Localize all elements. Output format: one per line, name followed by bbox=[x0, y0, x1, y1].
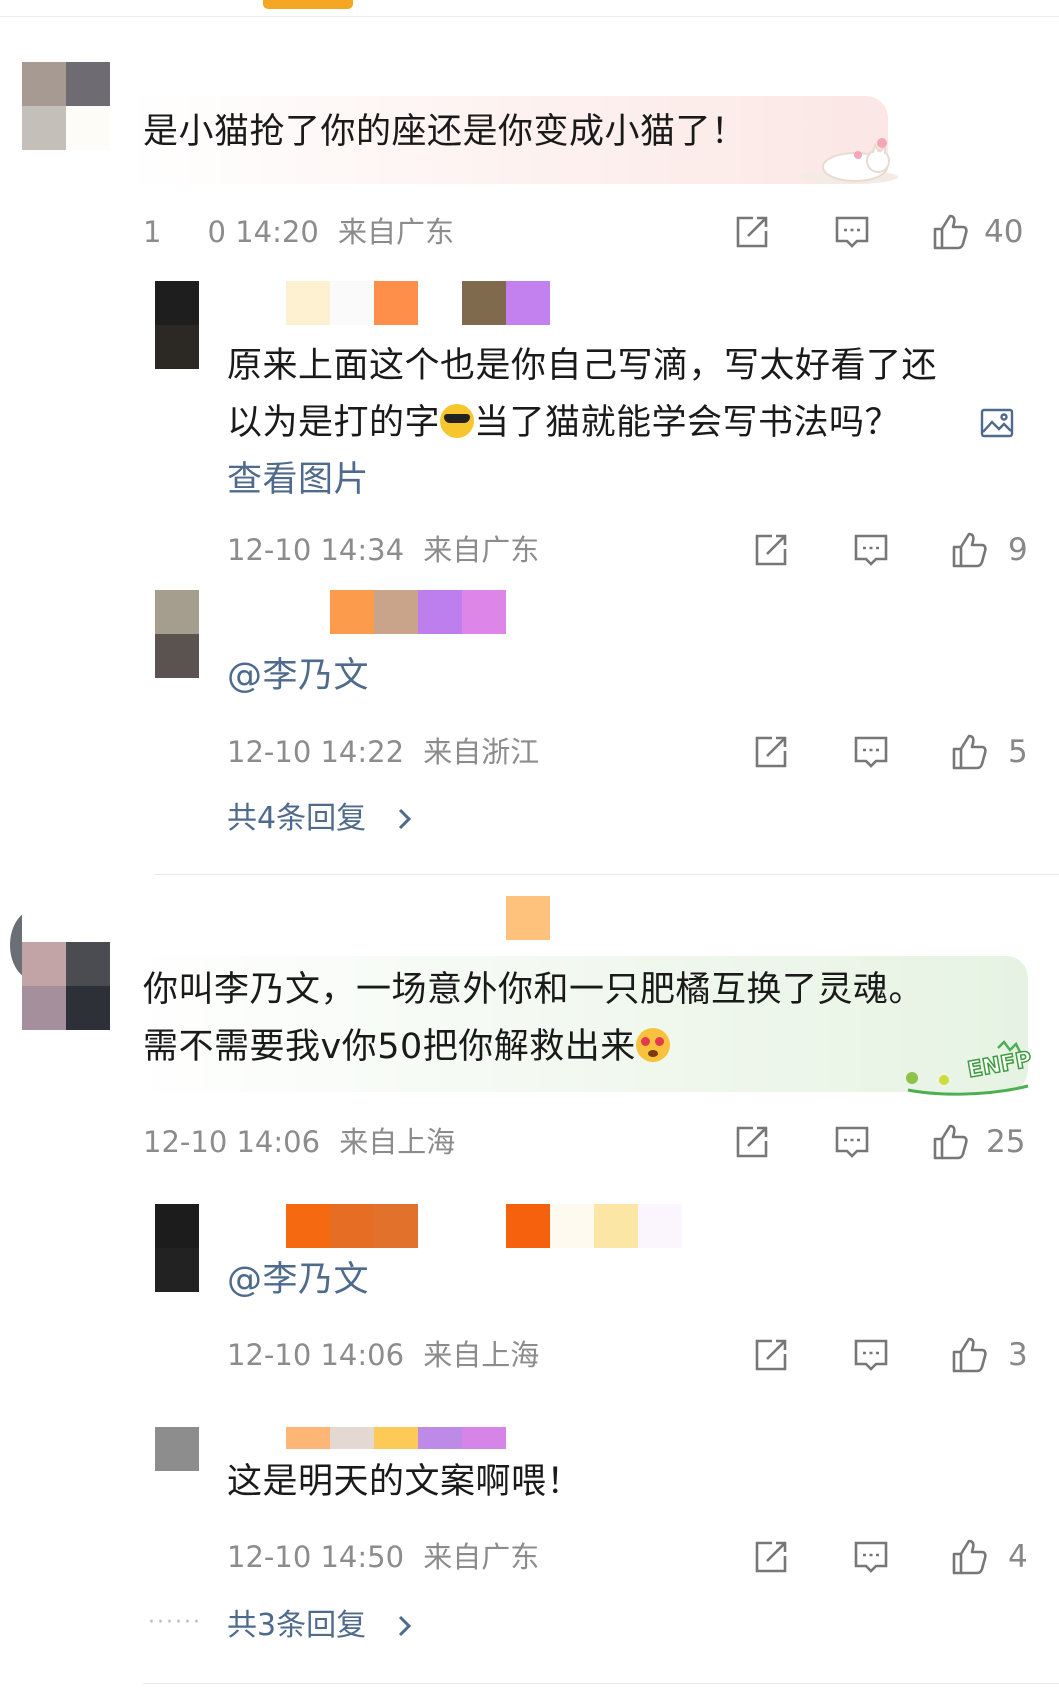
heart-eyes-emoji-icon bbox=[635, 1028, 670, 1062]
comment-meta: 1 0 14:20 来自广东 bbox=[143, 212, 454, 252]
location: 来自广东 bbox=[338, 215, 455, 249]
comment-icon[interactable] bbox=[833, 213, 871, 251]
comment-text-line2: 需不需要我v你50把你解救出来 bbox=[143, 1019, 670, 1076]
mention-link[interactable]: @李乃文 bbox=[227, 1252, 369, 1309]
like-count: 4 bbox=[1008, 1539, 1028, 1575]
like-count: 40 bbox=[984, 214, 1024, 250]
more-replies-link[interactable]: 共3条回复 bbox=[227, 1606, 366, 1646]
comment-icon[interactable] bbox=[852, 1538, 890, 1576]
comment-meta: 12-10 14:06 来自上海 bbox=[143, 1122, 455, 1162]
reply-text-part: 当了猫就能学会写书法吗？ bbox=[474, 403, 901, 443]
comment-divider bbox=[143, 1683, 1059, 1684]
location: 来自浙江 bbox=[423, 735, 540, 769]
reply-meta: 12-10 14:06 来自上海 bbox=[227, 1335, 539, 1375]
reply-text-part: 以为是打的字 bbox=[227, 403, 441, 443]
cat-sticker-icon bbox=[802, 138, 898, 184]
like-icon[interactable] bbox=[950, 1336, 988, 1374]
like-count: 9 bbox=[1008, 532, 1028, 568]
avatar[interactable] bbox=[22, 62, 110, 150]
comment-icon[interactable] bbox=[852, 733, 890, 771]
sunglasses-emoji-icon bbox=[440, 404, 475, 438]
reply-text-line2: 以为是打的字 当了猫就能学会写书法吗？ bbox=[227, 395, 900, 452]
top-divider bbox=[0, 16, 1059, 17]
share-icon[interactable] bbox=[733, 213, 771, 251]
comment-icon[interactable] bbox=[833, 1123, 871, 1161]
timestamp: 12-10 14:06 bbox=[143, 1125, 321, 1159]
ellipsis-icon: ······ bbox=[148, 1610, 202, 1635]
username-redacted[interactable] bbox=[286, 281, 550, 325]
location: 来自上海 bbox=[339, 1125, 456, 1159]
timestamp: 1 0 14:20 bbox=[143, 215, 319, 249]
comment-text: 是小猫抢了你的座还是你变成小猫了！ bbox=[143, 112, 747, 152]
comment-text-line1: 你叫李乃文，一场意外你和一只肥橘互换了灵魂。 bbox=[143, 970, 925, 1010]
share-icon[interactable] bbox=[752, 1538, 790, 1576]
avatar[interactable] bbox=[155, 1427, 199, 1471]
location: 来自广东 bbox=[423, 1540, 540, 1574]
username-redacted[interactable] bbox=[330, 590, 506, 634]
like-count: 3 bbox=[1008, 1337, 1028, 1373]
like-icon[interactable] bbox=[950, 733, 988, 771]
reply-meta: 12-10 14:34 来自广东 bbox=[227, 530, 539, 570]
comment-divider bbox=[155, 874, 1059, 875]
avatar[interactable] bbox=[155, 281, 199, 369]
mention-link[interactable]: @李乃文 bbox=[227, 648, 369, 705]
like-icon[interactable] bbox=[950, 531, 988, 569]
chevron-right-icon[interactable] bbox=[394, 805, 414, 833]
share-icon[interactable] bbox=[752, 1336, 790, 1374]
sticker-text: ENFP bbox=[966, 1047, 1034, 1083]
username-redacted[interactable] bbox=[286, 1204, 682, 1248]
username-redacted[interactable] bbox=[506, 896, 550, 940]
like-icon[interactable] bbox=[931, 1123, 969, 1161]
like-icon[interactable] bbox=[931, 213, 969, 251]
reply-text: 这是明天的文案啊喂！ bbox=[227, 1462, 583, 1502]
image-icon[interactable] bbox=[980, 408, 1014, 438]
avatar[interactable] bbox=[155, 590, 199, 678]
timestamp: 12-10 14:34 bbox=[227, 533, 405, 567]
location: 来自上海 bbox=[423, 1338, 540, 1372]
reply-text-line1: 原来上面这个也是你自己写滴，写太好看了还 bbox=[227, 346, 938, 386]
more-replies-link[interactable]: 共4条回复 bbox=[227, 799, 366, 839]
timestamp: 12-10 14:06 bbox=[227, 1338, 405, 1372]
chevron-right-icon[interactable] bbox=[394, 1612, 414, 1640]
comment-icon[interactable] bbox=[852, 531, 890, 569]
timestamp: 12-10 14:50 bbox=[227, 1540, 405, 1574]
share-icon[interactable] bbox=[752, 733, 790, 771]
avatar[interactable] bbox=[155, 1204, 199, 1292]
like-count: 5 bbox=[1008, 734, 1028, 770]
comment-text-part: 需不需要我v你50把你解救出来 bbox=[143, 1027, 636, 1067]
share-icon[interactable] bbox=[752, 531, 790, 569]
location: 来自广东 bbox=[423, 533, 540, 567]
tab-indicator bbox=[263, 0, 353, 9]
timestamp: 12-10 14:22 bbox=[227, 735, 405, 769]
reply-meta: 12-10 14:50 来自广东 bbox=[227, 1537, 539, 1577]
comment-icon[interactable] bbox=[852, 1336, 890, 1374]
share-icon[interactable] bbox=[733, 1123, 771, 1161]
avatar-lower bbox=[22, 942, 110, 1030]
enfp-sticker-icon: ENFP bbox=[906, 1040, 1034, 1096]
reply-meta: 12-10 14:22 来自浙江 bbox=[227, 732, 539, 772]
username-redacted[interactable] bbox=[286, 1427, 506, 1449]
view-image-link[interactable]: 查看图片 bbox=[227, 452, 369, 509]
like-icon[interactable] bbox=[950, 1538, 988, 1576]
like-count: 25 bbox=[986, 1124, 1026, 1160]
